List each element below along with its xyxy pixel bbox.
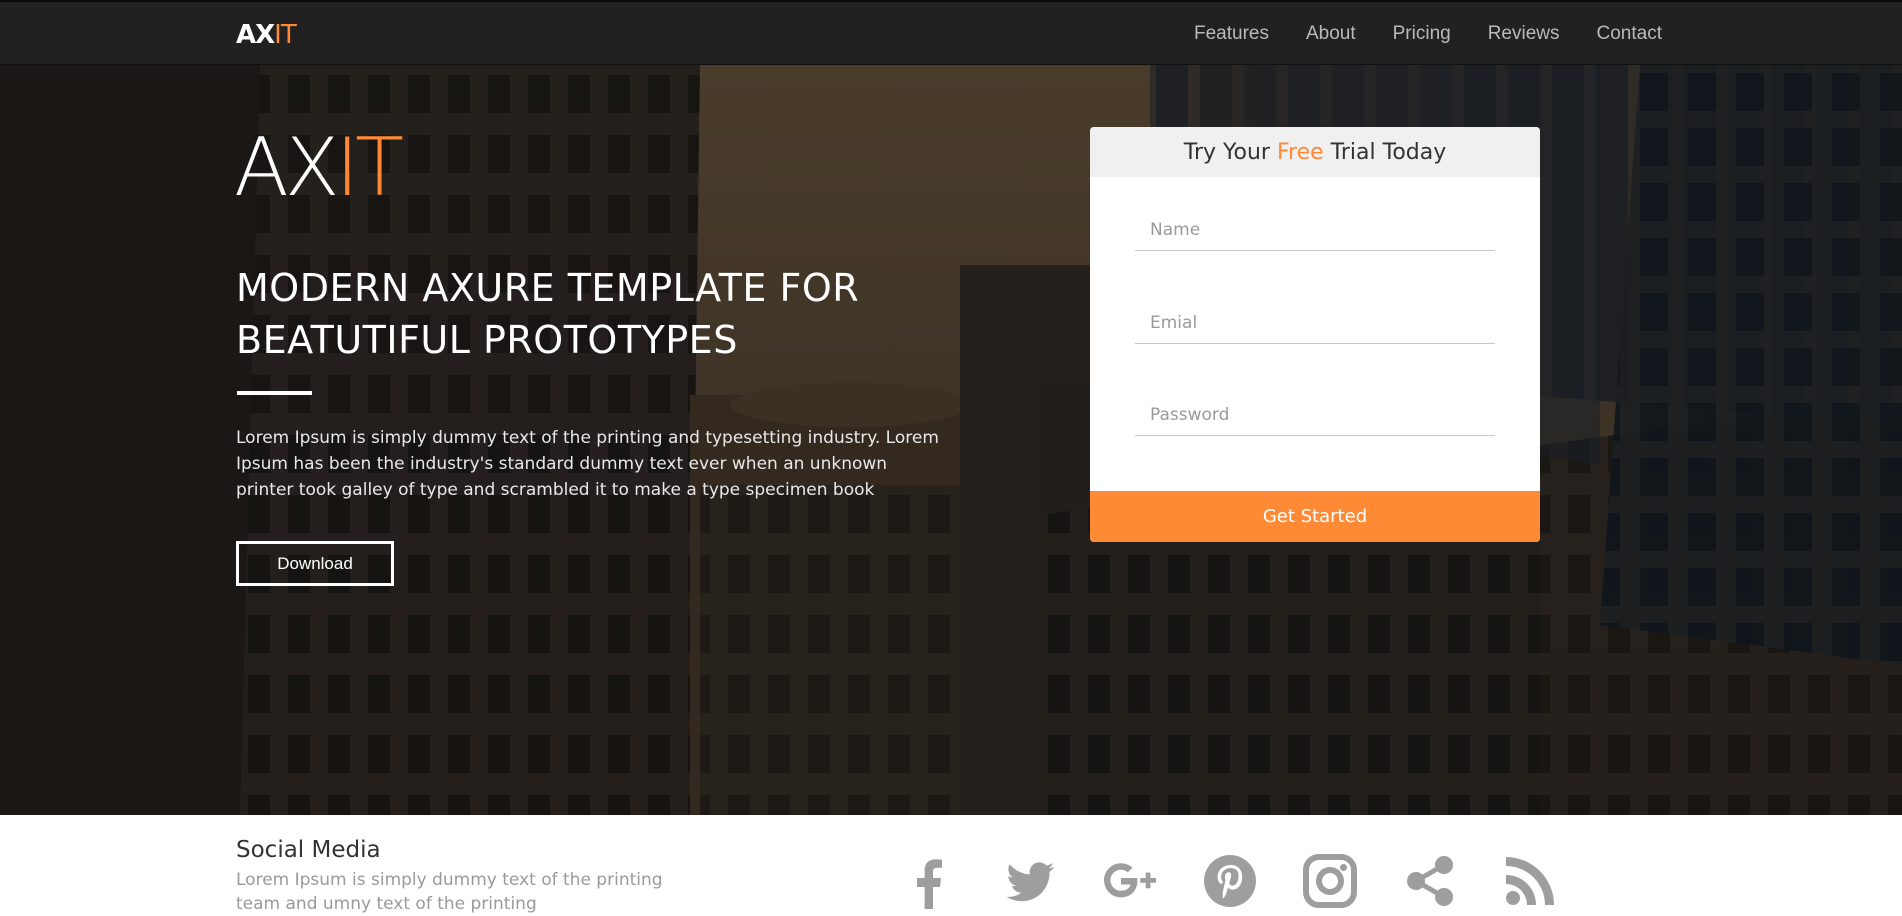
- password-field[interactable]: [1135, 394, 1495, 436]
- brand-main: AX: [236, 20, 275, 50]
- trial-title-accent: Free: [1276, 139, 1324, 165]
- download-button[interactable]: Download: [236, 541, 394, 586]
- social-description: Lorem Ipsum is simply dummy text of the …: [236, 870, 663, 914]
- name-field[interactable]: [1135, 209, 1495, 251]
- facebook-icon[interactable]: [880, 853, 980, 913]
- nav-link-reviews[interactable]: Reviews: [1488, 23, 1560, 45]
- hero-divider: [237, 391, 312, 395]
- pinterest-icon[interactable]: [1180, 853, 1280, 913]
- email-field[interactable]: [1135, 302, 1495, 344]
- rss-icon[interactable]: [1480, 853, 1580, 913]
- trial-card-title: Try Your Free Trial Today: [1090, 127, 1540, 177]
- social-media-section: Social Media Lorem Ipsum is simply dummy…: [0, 815, 1902, 914]
- top-navbar: AXIT Features About Pricing Reviews Cont…: [0, 0, 1902, 65]
- brand-accent: IT: [274, 20, 297, 50]
- get-started-button[interactable]: Get Started: [1090, 491, 1540, 542]
- trial-title-before: Try Your: [1183, 139, 1277, 165]
- hero-description: Lorem Ipsum is simply dummy text of the …: [236, 428, 939, 500]
- hero-title: MODERN AXURE TEMPLATE FOR BEATUTIFUL PRO…: [236, 266, 860, 362]
- nav-link-about[interactable]: About: [1306, 23, 1356, 45]
- trial-title-after: Trial Today: [1323, 139, 1447, 165]
- nav-link-pricing[interactable]: Pricing: [1393, 23, 1451, 45]
- twitter-icon[interactable]: [980, 853, 1080, 913]
- nav-link-contact[interactable]: Contact: [1597, 23, 1662, 45]
- hero-logo: AXIT: [234, 121, 404, 214]
- hero-logo-main: AX: [234, 121, 340, 214]
- instagram-icon[interactable]: [1280, 853, 1380, 913]
- social-title: Social Media: [236, 837, 381, 863]
- nav-links: Features About Pricing Reviews Contact: [1194, 2, 1662, 65]
- social-icons: [880, 853, 1580, 913]
- hero-section: AXIT MODERN AXURE TEMPLATE FOR BEATUTIFU…: [0, 65, 1902, 815]
- trial-signup-card: Try Your Free Trial Today Get Started: [1090, 127, 1540, 542]
- share-icon[interactable]: [1380, 853, 1480, 913]
- navbar-brand[interactable]: AXIT: [236, 20, 297, 50]
- google-plus-icon[interactable]: [1080, 853, 1180, 913]
- nav-link-features[interactable]: Features: [1194, 23, 1269, 45]
- hero-logo-accent: IT: [335, 121, 404, 214]
